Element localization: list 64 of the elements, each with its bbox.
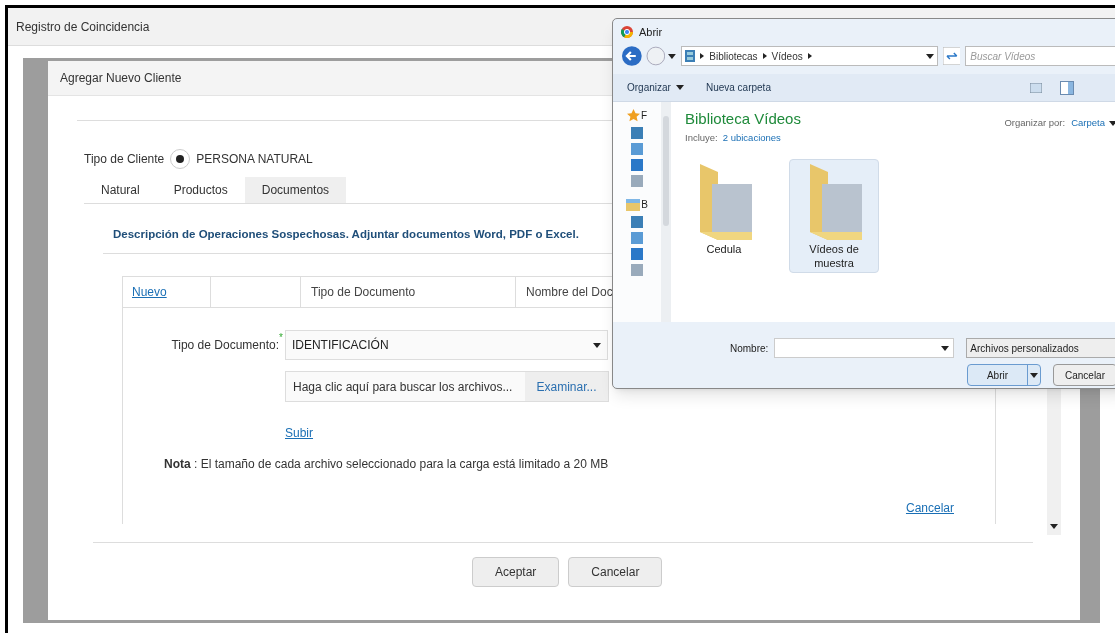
breadcrumb-arrow-icon <box>807 53 812 59</box>
dialog-title: Abrir <box>639 24 663 40</box>
dropdown-caret-icon <box>592 342 601 348</box>
library-title: Biblioteca Vídeos <box>685 109 801 129</box>
caret-icon <box>1109 120 1115 126</box>
caret-icon <box>675 85 684 90</box>
file-size-note: Nota : El tamaño de cada archivo seleccionado para la carga está limitado a 20 MB <box>164 456 610 474</box>
library-item-icon[interactable] <box>631 264 643 276</box>
folder-name: Vídeos de muestra <box>808 241 860 270</box>
library-item-icon[interactable] <box>631 232 643 244</box>
section-description: Descripción de Operaciones Sospechosas. Adjuntar documentos Word, PDF o Excel. <box>113 227 579 242</box>
column-header: Nombre del Doc <box>525 284 614 302</box>
upload-link[interactable]: Subir <box>285 424 313 443</box>
library-folder-icon[interactable] <box>626 198 641 211</box>
breadcrumb-item[interactable]: Bibliotecas <box>709 48 758 64</box>
arrange-by-dropdown[interactable]: Carpeta <box>1071 116 1115 131</box>
open-button[interactable]: Abrir <box>967 364 1041 386</box>
address-bar[interactable]: Bibliotecas Vídeos <box>681 46 938 66</box>
breadcrumb-arrow-icon <box>700 53 705 59</box>
new-link[interactable]: Nuevo <box>123 277 211 308</box>
modal-title: Agregar Nuevo Cliente <box>60 70 182 87</box>
preview-pane-icon[interactable] <box>1059 80 1074 95</box>
browser-logo-icon <box>621 26 633 38</box>
folder-item[interactable]: Cedula <box>679 158 769 273</box>
includes-label: Incluye: <box>685 130 718 145</box>
favorite-item-icon[interactable] <box>631 143 643 155</box>
nav-group-label[interactable]: F <box>640 108 648 123</box>
view-icon[interactable] <box>1029 82 1042 93</box>
filename-label: Nombre: <box>730 341 769 356</box>
dialog-button[interactable]: Cancelar <box>568 557 663 588</box>
cancel-link[interactable]: Cancelar <box>905 499 954 518</box>
filename-field[interactable] <box>774 338 955 358</box>
favorite-item-icon[interactable] <box>631 175 643 187</box>
folder-item[interactable]: Vídeos de muestra <box>789 158 879 273</box>
favorite-item-icon[interactable] <box>631 127 643 139</box>
column-header: Tipo de Documento <box>301 277 516 308</box>
breadcrumb-item[interactable]: Vídeos <box>771 48 803 64</box>
library-item-icon[interactable] <box>631 248 643 260</box>
scroll-down-icon <box>1050 524 1058 529</box>
locations-link[interactable]: 2 ubicaciones <box>722 130 781 145</box>
nav-group-label[interactable]: B <box>641 197 648 212</box>
dialog-button[interactable]: Aceptar <box>472 557 560 588</box>
folder-name: Cedula <box>705 241 743 256</box>
window-title: Registro de Coincidencia <box>16 18 150 36</box>
tab[interactable]: Documentos <box>244 177 347 203</box>
cancel-button[interactable]: Cancelar <box>1053 364 1115 386</box>
library-item-icon[interactable] <box>631 216 643 228</box>
radio-label: PERSONA NATURAL <box>196 151 313 168</box>
filename-caret-icon <box>941 345 950 351</box>
back-icon[interactable] <box>621 45 643 67</box>
client-type-label: Tipo de Cliente <box>84 151 165 168</box>
star-icon[interactable] <box>626 109 640 122</box>
document-type-select[interactable]: IDENTIFICACIÓN <box>284 330 608 361</box>
arrange-by-label: Organizar por: <box>1004 116 1066 130</box>
favorite-item-icon[interactable] <box>631 159 643 171</box>
refresh-icon[interactable] <box>942 47 961 65</box>
toolbar-button[interactable]: Organizar <box>627 80 684 95</box>
required-mark: * <box>279 331 283 346</box>
breadcrumb-arrow-icon <box>762 53 767 59</box>
film-icon <box>685 50 696 62</box>
filetype-select[interactable]: Archivos personalizados <box>966 338 1115 358</box>
document-type-label: Tipo de Documento: <box>170 337 279 355</box>
toolbar-button[interactable]: Nueva carpeta <box>705 80 771 95</box>
split-caret-icon <box>1030 372 1038 378</box>
